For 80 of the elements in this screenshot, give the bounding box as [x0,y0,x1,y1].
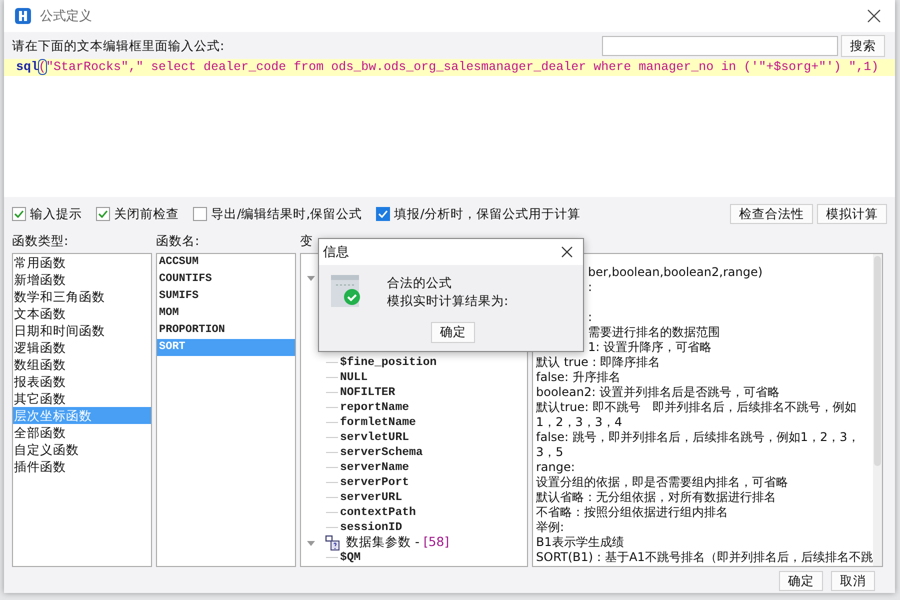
tree-node[interactable]: 数据集参数 - [58] [346,534,450,551]
tree-item[interactable]: sessionID [340,521,402,534]
help-text-line: ber,boolean,boolean2,range) [588,265,763,279]
ok-button[interactable]: 确定 [431,322,475,343]
expand-arrow-icon[interactable] [306,274,316,282]
tree-item[interactable]: formletName [340,416,416,429]
formula-editor[interactable]: sql("StarRocks"," select dealer_code from ods_bw.ods_org_salesmanager_dealer where manager_no in ('"+$sorg+"') ",1) [4,59,895,197]
category-item[interactable]: 日期和时间函数 [13,322,151,339]
action-button[interactable]: 检查合法性 [730,204,813,224]
help-text-line: : [588,280,592,294]
tree-item[interactable]: $fine_position [340,356,437,369]
category-item[interactable]: 自定义函数 [13,441,151,458]
category-item[interactable]: 逻辑函数 [13,339,151,356]
function-item[interactable]: PROPORTION [157,322,295,339]
close-icon[interactable] [561,246,573,258]
function-item[interactable]: MOM [157,305,295,322]
search-field[interactable] [602,36,838,56]
category-item[interactable]: 数组函数 [13,356,151,373]
tree-item[interactable]: $QM [340,551,361,564]
help-text-line: false: 跳号，即并列排名后，后续排名跳号，例如1，2，3， [536,430,860,444]
panel-label: 函数名: [156,233,200,249]
help-text-line: 1，2，3，3，4 [536,415,622,429]
check-icon [13,208,25,220]
success-icon [331,275,361,307]
category-item[interactable]: 数学和三角函数 [13,288,151,305]
help-text-line: SORT(B1)：基于A1不跳号排名（即并列排名后，后续排名不跳 [536,550,873,564]
tree-item[interactable]: reportName [340,401,410,414]
help-text-line: B1表示学生成绩 [536,535,624,549]
help-text-line: 默认省略：无分组依据，对所有数据进行排名 [536,490,776,504]
help-text-line: 需要进行排名的数据范围 [588,325,720,339]
tree-item[interactable]: serverURL [340,491,402,504]
message-text: 合法的公式 [387,275,453,291]
help-text-line: 默认true: 即不跳号 即并列排名后，后续排名不跳号，例如 [536,400,856,414]
tree-item[interactable]: serverName [340,461,410,474]
tree-item[interactable]: NULL [340,371,368,384]
category-item[interactable]: 新增函数 [13,271,151,288]
option-checkbox[interactable]: 输入提示 [12,206,82,222]
option-checkbox[interactable]: 填报/分析时，保留公式用于计算 [376,206,580,222]
tree-item[interactable]: servletURL [340,431,410,444]
help-text-line: false: 升序排名 [536,370,620,384]
footer-button[interactable]: 取消 [831,571,875,591]
message-text: 模拟实时计算结果为: [387,293,508,309]
help-text-line: 默认 true : 即降序排名 [536,355,660,369]
function-item[interactable]: COUNTIFS [157,271,295,288]
help-text-line: boolean2: 设置并列排名后是否跳号，可省略 [536,385,780,399]
help-text-line: : [588,310,592,324]
tree-item[interactable]: serverSchema [340,446,423,459]
scrollbar[interactable] [872,254,882,566]
action-button[interactable]: 模拟计算 [817,204,887,224]
option-checkbox[interactable]: 关闭前检查 [96,206,179,222]
function-item[interactable]: ACCSUM [157,254,295,271]
panel-label: 变 [300,233,313,249]
tree-item[interactable]: contextPath [340,506,416,519]
help-text-line: 举例: [536,520,564,534]
option-checkbox[interactable]: 导出/编辑结果时,保留公式 [193,206,362,222]
help-text-line: 3，5 [536,445,564,459]
search-button[interactable]: 搜索 [841,35,885,57]
tree-item[interactable]: serverPort [340,476,410,489]
help-text-line: 1: 设置升降序，可省略 [588,340,712,354]
category-item[interactable]: 其它函数 [13,390,151,407]
category-item[interactable]: 文本函数 [13,305,151,322]
function-item[interactable]: SUMIFS [157,288,295,305]
footer-button[interactable]: 确定 [779,571,823,591]
category-item[interactable]: 全部函数 [13,424,151,441]
prompt-label: 请在下面的文本编辑框里面输入公式: [12,38,226,54]
close-icon[interactable] [867,9,881,23]
check-icon [377,208,390,220]
app-logo-icon [14,7,32,25]
category-item[interactable]: 插件函数 [13,458,151,475]
category-item[interactable]: 报表函数 [13,373,151,390]
expand-arrow-icon[interactable] [306,538,316,546]
window-title: 公式定义 [40,8,92,25]
help-text-line: 设置分组的依据，即是否需要组内排名，可省略 [536,475,788,489]
help-text-line: range: [536,460,575,474]
category-item[interactable]: 常用函数 [13,254,151,271]
check-icon [97,208,109,220]
panel-label: 函数类型: [12,233,68,249]
help-text-line: 不省略：按照分组依据进行组内排名 [536,505,728,519]
tree-item[interactable]: NOFILTER [340,386,396,399]
dialog-title: 信息 [323,244,349,261]
